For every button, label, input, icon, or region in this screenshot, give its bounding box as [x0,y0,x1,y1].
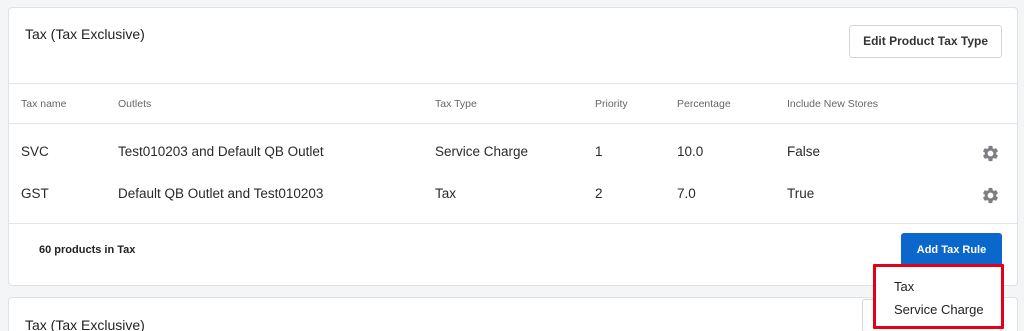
column-header-tax-name: Tax name [21,98,67,110]
tax-name-cell: GST [21,186,49,201]
dropdown-item-tax[interactable]: Tax [876,279,1001,302]
divider [9,223,1017,224]
edit-product-tax-type-button[interactable]: Edit Product Tax Type [849,25,1002,58]
gear-icon[interactable] [981,144,1000,163]
column-header-priority: Priority [595,98,628,110]
gear-icon[interactable] [981,186,1000,205]
divider [9,83,1017,84]
dropdown-item-service-charge[interactable]: Service Charge [876,302,1001,325]
card-title: Tax (Tax Exclusive) [25,317,145,331]
column-header-include-new-stores: Include New Stores [787,98,879,110]
include-new-stores-cell: True [787,186,815,201]
tax-type-cell: Tax [435,186,457,201]
column-header-outlets: Outlets [118,98,152,110]
priority-cell: 2 [595,186,603,201]
add-tax-rule-dropdown: Tax Service Charge [873,264,1004,329]
tax-type-cell: Service Charge [435,144,529,159]
tax-group-card: Tax (Tax Exclusive) [8,297,1018,331]
percentage-cell: 10.0 [677,144,704,159]
outlets-cell: Default QB Outlet and Test010203 [118,186,324,201]
percentage-cell: 7.0 [677,186,696,201]
tax-name-cell: SVC [21,144,49,159]
product-count: 60 products in Tax [39,244,136,256]
outlets-cell: Test010203 and Default QB Outlet [118,144,324,159]
table-row: SVC Test010203 and Default QB Outlet Ser… [9,132,1017,174]
divider [9,123,1017,124]
table-row: GST Default QB Outlet and Test010203 Tax… [9,174,1017,216]
priority-cell: 1 [595,144,603,159]
add-tax-rule-button[interactable]: Add Tax Rule [901,233,1002,266]
column-header-percentage: Percentage [677,98,731,110]
card-title: Tax (Tax Exclusive) [25,26,145,42]
include-new-stores-cell: False [787,144,821,159]
column-header-tax-type: Tax Type [435,98,477,110]
tax-group-card: Tax (Tax Exclusive) Edit Product Tax Typ… [8,7,1018,286]
